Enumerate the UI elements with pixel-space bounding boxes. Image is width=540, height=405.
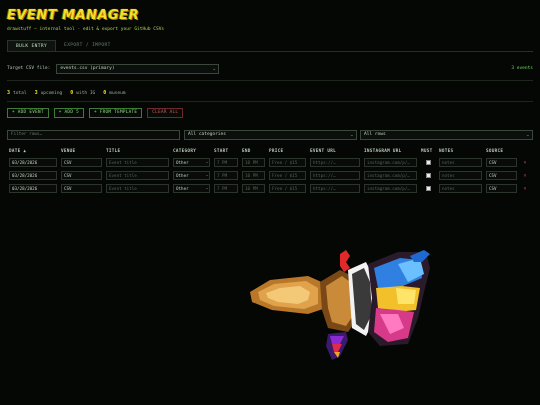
column-header-delete bbox=[519, 147, 531, 156]
tab-export-import[interactable]: EXPORT / IMPORT bbox=[56, 40, 119, 51]
add-event-button[interactable]: + ADD EVENT bbox=[7, 108, 49, 118]
event-url-input[interactable]: https://… bbox=[310, 184, 360, 193]
column-header-instagram-url: INSTAGRAM URL bbox=[364, 149, 402, 154]
target-file-label: Target CSV file: bbox=[7, 66, 51, 71]
filter-bar: Filter rows… All categories ⌵ All rows ⌵ bbox=[7, 130, 533, 140]
start-input[interactable]: 7 PM bbox=[214, 158, 238, 167]
add-5-button[interactable]: + ADD 5 bbox=[53, 108, 84, 118]
events-count: 3 events bbox=[511, 66, 533, 71]
title-input[interactable]: Event title bbox=[106, 158, 169, 167]
notes-input[interactable]: notes bbox=[439, 158, 482, 167]
events-table: DATE ▲ VENUE TITLE CATEGORY START END PR… bbox=[7, 147, 531, 195]
divider bbox=[7, 101, 533, 102]
date-input[interactable]: 03/28/2026 bbox=[9, 171, 57, 180]
stat-total: 3 total bbox=[7, 90, 27, 96]
category-filter-select[interactable]: All categories ⌵ bbox=[184, 130, 357, 140]
stat-with-ig: 0 with IG bbox=[70, 90, 96, 96]
chevron-down-icon: ⌵ bbox=[205, 160, 208, 164]
event-url-input[interactable]: https://… bbox=[310, 171, 360, 180]
divider bbox=[7, 80, 533, 81]
chevron-down-icon: ⌵ bbox=[212, 65, 216, 71]
table-row: 03/28/2026 CSV Event title Other ⌵ 7 PM 1… bbox=[7, 156, 531, 169]
pixel-art-light-yellow bbox=[396, 288, 416, 304]
category-value: Other bbox=[176, 160, 189, 165]
price-input[interactable]: Free / $15 bbox=[269, 184, 306, 193]
notes-input[interactable]: notes bbox=[439, 171, 482, 180]
from-template-button[interactable]: + FROM TEMPLATE bbox=[88, 108, 143, 118]
date-input[interactable]: 03/28/2026 bbox=[9, 158, 57, 167]
instagram-url-input[interactable]: instagram.com/p/… bbox=[364, 171, 417, 180]
instagram-url-input[interactable]: instagram.com/p/… bbox=[364, 158, 417, 167]
end-input[interactable]: 10 PM bbox=[242, 184, 265, 193]
end-input[interactable]: 10 PM bbox=[242, 158, 265, 167]
stat-upcoming: 3 upcoming bbox=[34, 90, 63, 96]
chevron-down-icon: ⌵ bbox=[205, 186, 208, 190]
source-input[interactable]: CSV bbox=[486, 184, 517, 193]
column-header-venue: VENUE bbox=[61, 149, 76, 154]
column-header-event-url: EVENT URL bbox=[310, 149, 336, 154]
tab-bar: BULK ENTRY EXPORT / IMPORT bbox=[7, 40, 119, 51]
stat-museum: 0 museum bbox=[103, 90, 126, 96]
tab-bulk-entry[interactable]: BULK ENTRY bbox=[7, 40, 57, 51]
table-row: 03/28/2026 CSV Event title Other ⌵ 7 PM 1… bbox=[7, 169, 531, 182]
filter-rows-input[interactable]: Filter rows… bbox=[7, 130, 180, 140]
venue-input[interactable]: CSV bbox=[61, 158, 102, 167]
event-url-input[interactable]: https://… bbox=[310, 158, 360, 167]
column-header-price: PRICE bbox=[269, 149, 284, 154]
category-filter-value: All categories bbox=[188, 132, 226, 137]
category-select[interactable]: Other ⌵ bbox=[173, 158, 210, 167]
chevron-down-icon: ⌵ bbox=[350, 132, 353, 137]
delete-row-icon[interactable]: × bbox=[521, 160, 529, 166]
price-input[interactable]: Free / $15 bbox=[269, 158, 306, 167]
venue-input[interactable]: CSV bbox=[61, 184, 102, 193]
delete-row-icon[interactable]: × bbox=[521, 173, 529, 179]
rows-filter-select[interactable]: All rows ⌵ bbox=[360, 130, 533, 140]
must-checkbox[interactable] bbox=[425, 186, 431, 191]
column-header-end: END bbox=[242, 149, 251, 154]
target-file-value: events.csv (primary) bbox=[60, 65, 115, 71]
target-file-row: Target CSV file: events.csv (primary) ⌵ … bbox=[7, 63, 533, 74]
stats-bar: 3 total 3 upcoming 0 with IG 0 museum bbox=[7, 90, 126, 96]
app-subtitle: drawstuff — internal tool · edit & expor… bbox=[7, 27, 165, 32]
tab-divider bbox=[7, 51, 533, 52]
column-header-category: CATEGORY bbox=[173, 149, 197, 154]
pixel-art-red-tip bbox=[340, 250, 350, 272]
table-row: 03/28/2026 CSV Event title Other ⌵ 7 PM 1… bbox=[7, 182, 531, 195]
source-input[interactable]: CSV bbox=[486, 171, 517, 180]
price-input[interactable]: Free / $15 bbox=[269, 171, 306, 180]
must-checkbox[interactable] bbox=[425, 173, 431, 178]
title-input[interactable]: Event title bbox=[106, 171, 169, 180]
instagram-url-input[interactable]: instagram.com/p/… bbox=[364, 184, 417, 193]
category-select[interactable]: Other ⌵ bbox=[173, 171, 210, 180]
rows-filter-value: All rows bbox=[364, 132, 386, 137]
clear-all-button[interactable]: CLEAR ALL bbox=[147, 108, 184, 118]
source-input[interactable]: CSV bbox=[486, 158, 517, 167]
start-input[interactable]: 7 PM bbox=[214, 171, 238, 180]
category-value: Other bbox=[176, 173, 189, 178]
column-header-must: MUST bbox=[421, 149, 433, 154]
chevron-down-icon: ⌵ bbox=[526, 132, 529, 137]
end-input[interactable]: 10 PM bbox=[242, 171, 265, 180]
pixel-art-megaphone-illustration bbox=[250, 250, 430, 360]
filter-placeholder: Filter rows… bbox=[11, 132, 43, 137]
table-header-row: DATE ▲ VENUE TITLE CATEGORY START END PR… bbox=[7, 147, 531, 156]
venue-input[interactable]: CSV bbox=[61, 171, 102, 180]
chevron-down-icon: ⌵ bbox=[205, 173, 208, 177]
target-file-select[interactable]: events.csv (primary) ⌵ bbox=[56, 63, 220, 74]
notes-input[interactable]: notes bbox=[439, 184, 482, 193]
column-header-source: SOURCE bbox=[486, 149, 504, 154]
column-header-date[interactable]: DATE ▲ bbox=[7, 147, 59, 156]
column-header-start: START bbox=[214, 149, 229, 154]
category-select[interactable]: Other ⌵ bbox=[173, 184, 210, 193]
must-checkbox[interactable] bbox=[425, 160, 431, 165]
title-input[interactable]: Event title bbox=[106, 184, 169, 193]
date-input[interactable]: 03/28/2026 bbox=[9, 184, 57, 193]
action-bar: + ADD EVENT + ADD 5 + FROM TEMPLATE CLEA… bbox=[7, 108, 184, 118]
start-input[interactable]: 7 PM bbox=[214, 184, 238, 193]
delete-row-icon[interactable]: × bbox=[521, 186, 529, 192]
column-header-title: TITLE bbox=[106, 149, 121, 154]
category-value: Other bbox=[176, 186, 189, 191]
app-title: EVENT MANAGER bbox=[7, 8, 140, 23]
column-header-notes: NOTES bbox=[439, 149, 454, 154]
